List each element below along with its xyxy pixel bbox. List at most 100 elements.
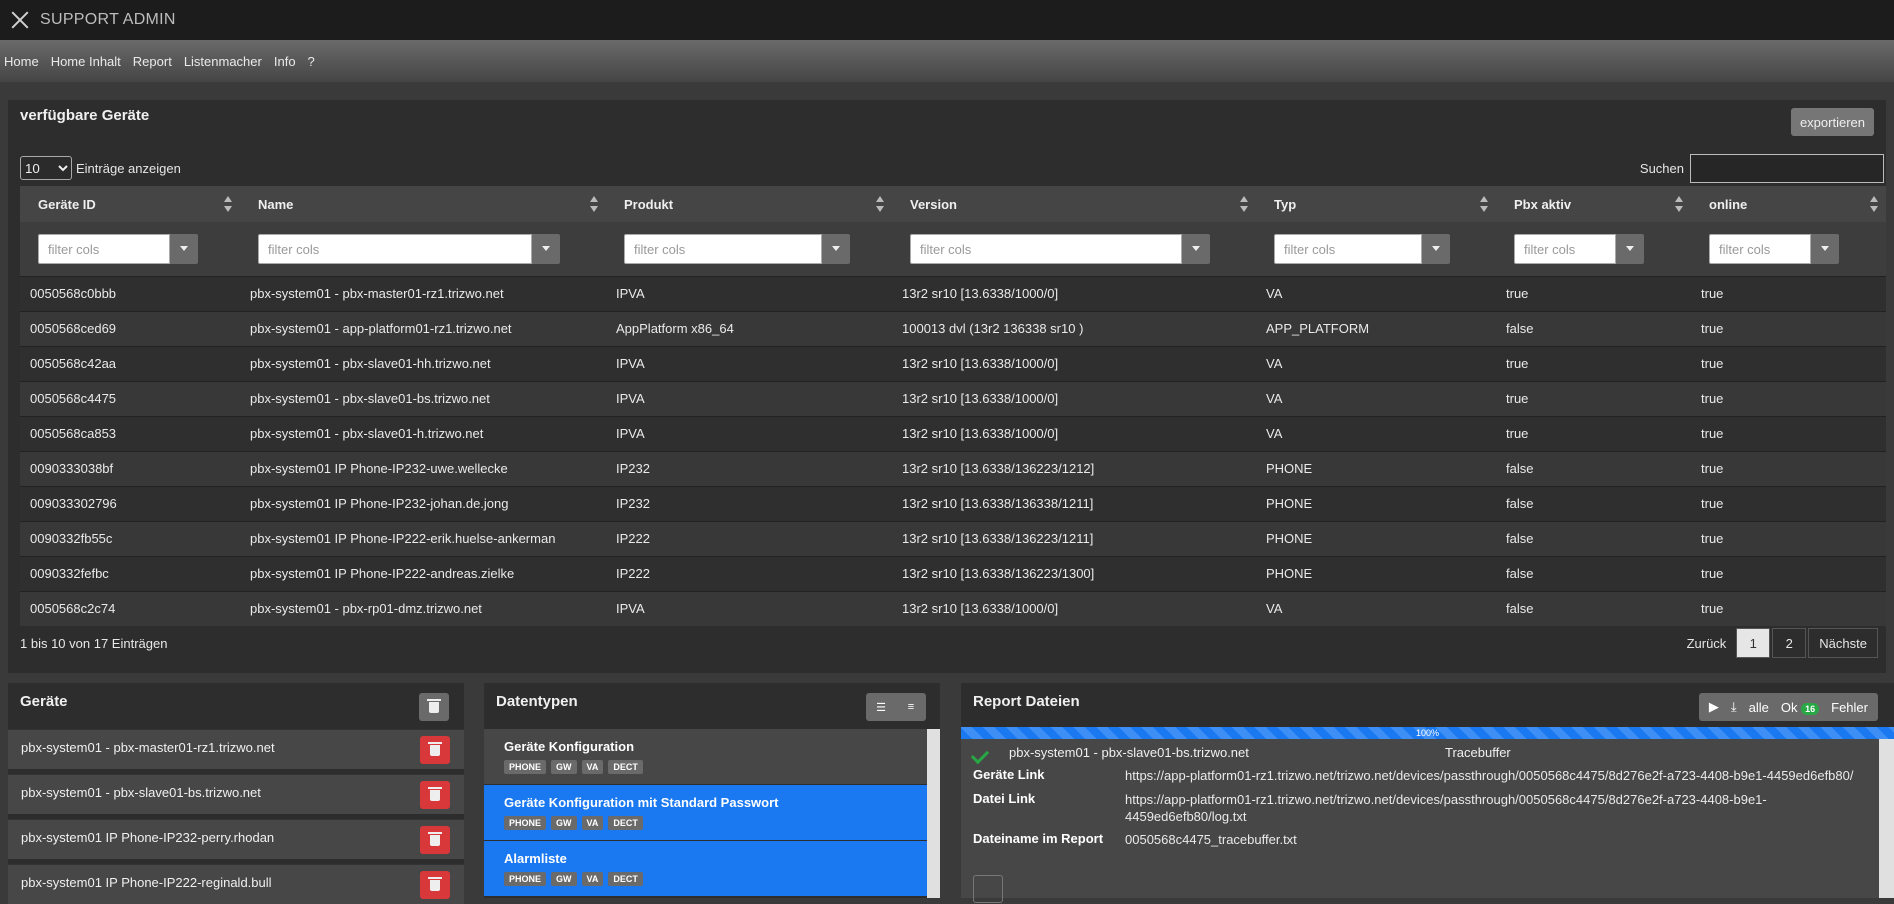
remove-device-button[interactable] xyxy=(420,781,450,809)
filter-dropdown-button[interactable] xyxy=(170,233,198,264)
datentyp-item[interactable]: Geräte Konfiguration mit Standard Passwo… xyxy=(484,785,927,840)
column-header[interactable]: Name xyxy=(240,186,606,222)
sort-icon[interactable] xyxy=(1240,196,1248,212)
page-1-button[interactable]: 1 xyxy=(1736,628,1771,658)
sort-icon[interactable] xyxy=(876,196,884,212)
column-header[interactable]: Geräte ID xyxy=(20,186,240,222)
device-list-item-label: pbx-system01 IP Phone-IP222-reginald.bul… xyxy=(21,875,272,890)
column-header[interactable]: Version xyxy=(892,186,1256,222)
file-link-label: Datei Link xyxy=(973,791,1036,806)
table-row[interactable]: 0090332fefbc pbx-system01 IP Phone-IP222-… xyxy=(20,555,1886,591)
table-cell: 0050568ca853 xyxy=(20,415,240,451)
report-scrollbar[interactable] xyxy=(1879,739,1894,898)
table-cell: 13r2 sr10 [13.6338/1000/0] xyxy=(892,275,1256,311)
remove-device-button[interactable] xyxy=(420,826,450,854)
datentypen-scrollbar[interactable] xyxy=(927,729,940,898)
filter-dropdown-button[interactable] xyxy=(1182,233,1210,264)
report-type: Tracebuffer xyxy=(1445,745,1511,760)
filter-dropdown-button[interactable] xyxy=(532,233,560,264)
page-2-button[interactable]: 2 xyxy=(1772,628,1807,658)
table-cell: true xyxy=(1496,415,1691,451)
column-header[interactable]: online xyxy=(1691,186,1886,222)
filter-dropdown-button[interactable] xyxy=(1811,233,1839,264)
filter-input[interactable]: filter cols xyxy=(258,233,532,264)
filter-ok-button[interactable]: Ok 16 xyxy=(1781,700,1820,715)
sort-icon[interactable] xyxy=(1870,196,1878,212)
filter-all-button[interactable]: alle xyxy=(1749,700,1769,715)
nav-help[interactable]: ? xyxy=(308,54,315,69)
table-cell: false xyxy=(1496,555,1691,591)
remove-device-button[interactable] xyxy=(420,736,450,764)
sort-icon[interactable] xyxy=(1675,196,1683,212)
sort-icon[interactable] xyxy=(224,196,232,212)
filter-error-button[interactable]: Fehler xyxy=(1831,700,1868,715)
chevron-down-icon xyxy=(1821,246,1829,252)
table-cell: IPVA xyxy=(606,415,892,451)
table-row[interactable]: 0090333038bf pbx-system01 IP Phone-IP232-… xyxy=(20,450,1886,486)
table-row[interactable]: 009033302796 pbx-system01 IP Phone-IP232-… xyxy=(20,485,1886,521)
table-cell: IPVA xyxy=(606,345,892,381)
nav-home-inhalt[interactable]: Home Inhalt xyxy=(51,54,121,69)
filter-dropdown-button[interactable] xyxy=(1422,233,1450,264)
table-row[interactable]: 0050568c0bbb pbx-system01 - pbx-master01-… xyxy=(20,275,1886,311)
table-row[interactable]: 0050568c4475 pbx-system01 - pbx-slave01-b… xyxy=(20,380,1886,416)
table-row[interactable]: 0050568ced69 pbx-system01 - app-platform0… xyxy=(20,310,1886,346)
datentyp-item[interactable]: Alarmliste PHONE GW VA DECT xyxy=(484,841,927,896)
datentyp-tag: DECT xyxy=(608,816,643,830)
column-header[interactable]: Produkt xyxy=(606,186,892,222)
filter-input[interactable]: filter cols xyxy=(38,233,170,264)
device-link-value[interactable]: https://app-platform01-rz1.trizwo.net/tr… xyxy=(1125,767,1873,784)
device-list-item-label: pbx-system01 - pbx-master01-rz1.trizwo.n… xyxy=(21,740,275,755)
chevron-down-icon xyxy=(1192,246,1200,252)
table-cell: 100013 dvl (13r2 136338 sr10 ) xyxy=(892,310,1256,346)
list-numbered-icon[interactable]: ☰ xyxy=(866,701,896,714)
nav-listenmacher[interactable]: Listenmacher xyxy=(184,54,262,69)
table-row[interactable]: 0050568c2c74 pbx-system01 - pbx-rp01-dmz.… xyxy=(20,590,1886,626)
filter-input[interactable]: filter cols xyxy=(1514,233,1616,264)
datentyp-tag: DECT xyxy=(608,872,643,886)
file-link-value[interactable]: https://app-platform01-rz1.trizwo.net/tr… xyxy=(1125,791,1873,825)
close-icon[interactable] xyxy=(8,8,32,32)
column-header[interactable]: Typ xyxy=(1256,186,1496,222)
trash-icon xyxy=(428,741,442,756)
remove-device-button[interactable] xyxy=(420,871,450,899)
table-row[interactable]: 0050568ca853 pbx-system01 - pbx-slave01-h… xyxy=(20,415,1886,451)
table-row[interactable]: 0050568c42aa pbx-system01 - pbx-slave01-h… xyxy=(20,345,1886,381)
search-control: Suchen xyxy=(1640,154,1884,183)
page-size-select[interactable]: 10 xyxy=(20,156,72,180)
clipboard-button[interactable] xyxy=(973,875,1003,903)
filter-dropdown-button[interactable] xyxy=(1616,233,1644,264)
filter-input[interactable]: filter cols xyxy=(624,233,822,264)
filter-dropdown-button[interactable] xyxy=(822,233,850,264)
datentyp-tag: GW xyxy=(551,816,577,830)
table-cell: AppPlatform x86_64 xyxy=(606,310,892,346)
sort-icon[interactable] xyxy=(1480,196,1488,212)
search-input[interactable] xyxy=(1690,154,1884,183)
table-cell: PHONE xyxy=(1256,520,1496,556)
filter-input[interactable]: filter cols xyxy=(910,233,1182,264)
nav-home[interactable]: Home xyxy=(4,54,39,69)
download-icon[interactable]: ⤓ xyxy=(1731,699,1737,715)
sort-icon[interactable] xyxy=(590,196,598,212)
filter-cell: filter cols xyxy=(892,222,1256,276)
datentyp-tag: GW xyxy=(551,760,577,774)
next-page-button[interactable]: Nächste xyxy=(1808,628,1878,658)
prev-page-button[interactable]: Zurück xyxy=(1679,636,1735,651)
export-button[interactable]: exportieren xyxy=(1790,108,1874,136)
table-cell: 0090333038bf xyxy=(20,450,240,486)
list-icon[interactable]: ≡ xyxy=(896,701,926,713)
filter-cell: filter cols xyxy=(606,222,892,276)
clear-devices-button[interactable] xyxy=(419,693,449,721)
datentyp-tags: PHONE GW VA DECT xyxy=(504,816,907,830)
datentyp-item[interactable]: Geräte Konfiguration PHONE GW VA DECT xyxy=(484,729,927,784)
table-cell: IP232 xyxy=(606,485,892,521)
nav-info[interactable]: Info xyxy=(274,54,296,69)
play-icon[interactable]: ▶ xyxy=(1709,699,1719,715)
table-row[interactable]: 0090332fb55c pbx-system01 IP Phone-IP222-… xyxy=(20,520,1886,556)
column-header-label: Pbx aktiv xyxy=(1514,196,1572,212)
filter-input[interactable]: filter cols xyxy=(1709,233,1811,264)
table-cell: pbx-system01 - app-platform01-rz1.trizwo… xyxy=(240,310,606,346)
filter-input[interactable]: filter cols xyxy=(1274,233,1422,264)
nav-report[interactable]: Report xyxy=(133,54,172,69)
column-header[interactable]: Pbx aktiv xyxy=(1496,186,1691,222)
